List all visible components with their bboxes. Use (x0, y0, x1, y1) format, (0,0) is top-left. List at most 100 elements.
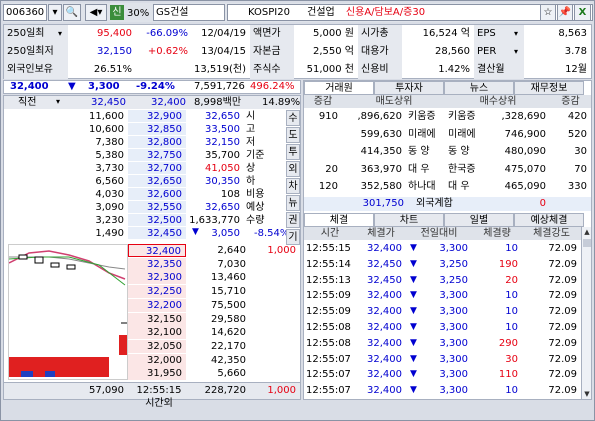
bid-price[interactable]: 32,100 (128, 326, 186, 340)
speaker-button[interactable]: ◀▾ (85, 4, 107, 21)
dropdown-icon[interactable]: ▾ (58, 25, 68, 43)
side-tab[interactable]: 기 (286, 229, 300, 245)
sell-broker[interactable]: 하나대 (408, 179, 448, 195)
scroll-thumb[interactable] (583, 239, 591, 247)
col-header: 시간 (304, 227, 356, 240)
ask-price[interactable]: 32,900 (128, 110, 186, 123)
trade-diff: 3,300 (439, 369, 468, 381)
stock-quote-window: 006360 ▾ 🔍 ◀▾ 신 30% GS건설 KOSPI20 건설업 신용A… (0, 0, 595, 421)
sell-broker[interactable]: 미래에 (408, 127, 448, 143)
info-value: 35,700 (205, 150, 240, 161)
star-icon: ☆ (543, 7, 553, 18)
trade-tab-2[interactable]: 일별 (444, 213, 514, 227)
buy-qty: 465,090 (504, 181, 546, 192)
quote-bar: 32,400 ▼ 3,300 -9.24% 7,591,726 496.24% (3, 80, 301, 94)
excel-button[interactable]: X (574, 4, 591, 21)
broker-tab-2[interactable]: 뉴스 (444, 81, 514, 95)
dropdown-icon[interactable]: ▾ (514, 43, 524, 61)
trade-time: 12:55:14 (306, 258, 351, 270)
down-arrow-icon: ▼ (410, 337, 417, 348)
ask-price[interactable]: 32,550 (128, 201, 186, 214)
trade-tab-1[interactable]: 차트 (374, 213, 444, 227)
info-value: 41,050 (205, 163, 240, 174)
ask-price[interactable]: 32,650 (128, 175, 186, 188)
bid-price[interactable]: 32,350 (128, 257, 186, 271)
summary-row: 250일최 ▾ 95,400 -66.09% 12/04/19 액면가 5,00… (4, 25, 591, 43)
trade-qty: 10 (505, 322, 518, 333)
bid-price[interactable]: 32,300 (128, 271, 186, 285)
scroll-up-icon[interactable]: ▲ (582, 227, 592, 237)
trade-tab-0[interactable]: 체결 (304, 213, 374, 227)
buy-inc: 520 (567, 128, 587, 140)
side-tab[interactable]: 도 (286, 127, 300, 143)
buy-broker[interactable]: 미래에 (448, 127, 488, 143)
dropdown-icon[interactable]: ▾ (514, 25, 524, 43)
summary-label: 250일최 (4, 25, 58, 43)
trade-time: 12:55:08 (306, 322, 351, 333)
summary-row: 외국인보유 26.51% 13,519(천) 주식수 51,000 천 신용비 … (4, 61, 591, 79)
side-tab[interactable]: 투 (286, 144, 300, 160)
col-header: 전일대비 (406, 227, 472, 240)
bid-price[interactable]: 32,050 (128, 339, 186, 353)
side-tab[interactable]: 수 (286, 110, 300, 126)
code-dropdown-button[interactable]: ▾ (48, 4, 62, 21)
sell-broker[interactable]: 키움증 (408, 109, 448, 125)
trade-scrollbar[interactable]: ▲ ▼ (581, 227, 591, 399)
side-tab[interactable]: 권 (286, 212, 300, 228)
ask-price[interactable]: 32,450 (128, 227, 186, 240)
foreign-qty: 301,750 (362, 198, 404, 209)
bid-price[interactable]: 32,150 (128, 312, 186, 326)
side-tab[interactable]: 뉴 (286, 195, 300, 211)
bid-price[interactable]: 32,400 (128, 244, 186, 257)
ask-price[interactable]: 32,700 (128, 162, 186, 175)
sell-broker[interactable]: 대 우 (408, 162, 448, 178)
scroll-down-icon[interactable]: ▼ (582, 389, 592, 399)
trade-price: 32,400 (367, 337, 402, 349)
bid-qty: 13,460 (211, 272, 246, 284)
search-button[interactable]: 🔍 (63, 4, 81, 21)
buy-broker[interactable]: 대 우 (448, 179, 488, 195)
after-hours-label[interactable]: 시간외 (128, 398, 190, 410)
bid-qty: 15,710 (211, 286, 246, 298)
stock-code-input[interactable]: 006360 (3, 4, 47, 21)
star-button[interactable]: ☆ (540, 4, 556, 21)
bid-price[interactable]: 32,250 (128, 285, 186, 299)
pin-button[interactable]: 📌 (557, 4, 573, 21)
buy-broker[interactable]: 키움증 (448, 109, 488, 125)
broker-tab-1[interactable]: 투자자 (374, 81, 444, 95)
dropdown-icon[interactable]: ▾ (56, 97, 60, 106)
bid-price[interactable]: 32,200 (128, 298, 186, 312)
bid-price[interactable]: 31,950 (128, 367, 186, 381)
side-tab[interactable]: 외 (286, 161, 300, 177)
footer-time: 12:55:15 (136, 385, 182, 396)
buy-broker[interactable]: 한국증 (448, 162, 488, 178)
broker-tab-3[interactable]: 재무정보 (514, 81, 584, 95)
side-tab[interactable]: 차 (286, 178, 300, 194)
buy-broker[interactable]: 동 양 (448, 144, 488, 160)
down-arrow-icon: ▼ (68, 81, 76, 92)
ask-price[interactable]: 32,600 (128, 188, 186, 201)
broker-tab-0[interactable]: 거래원 (304, 81, 374, 95)
bid-price[interactable]: 32,000 (128, 353, 186, 367)
trade-tab-3[interactable]: 예상체결 (514, 213, 584, 227)
orderbook-panel: 직전 ▾ 32,450 32,400 8,998백만 14.89% 11,600… (3, 95, 301, 409)
ask-price[interactable]: 32,750 (128, 149, 186, 162)
buy-qty: 746,900 (504, 128, 546, 140)
trade-row: 12:55:07 32,400 ▼ 3,300 110 72.09 (304, 367, 581, 382)
summary-key: 주식수 (250, 61, 294, 79)
down-arrow-icon: ▼ (410, 322, 417, 332)
summary-label: 250일최저 (4, 43, 68, 61)
stock-name[interactable]: GS건설 (153, 4, 225, 21)
ask-qty: 11,600 (89, 111, 124, 122)
trade-row: 12:55:14 32,450 ▼ 3,250 190 72.09 (304, 257, 581, 272)
ask-price[interactable]: 32,500 (128, 214, 186, 227)
sell-qty: 414,350 (360, 146, 402, 157)
total-bid: 228,720 (204, 385, 246, 396)
ask-qty: 3,090 (95, 202, 124, 213)
sell-broker[interactable]: 동 양 (408, 144, 448, 160)
mode-select[interactable]: 직전 (18, 96, 36, 109)
total-ask: 57,090 (89, 385, 124, 396)
foreign-val: 0 (539, 198, 546, 209)
ask-price[interactable]: 32,850 (128, 123, 186, 136)
ask-price[interactable]: 32,800 (128, 136, 186, 149)
